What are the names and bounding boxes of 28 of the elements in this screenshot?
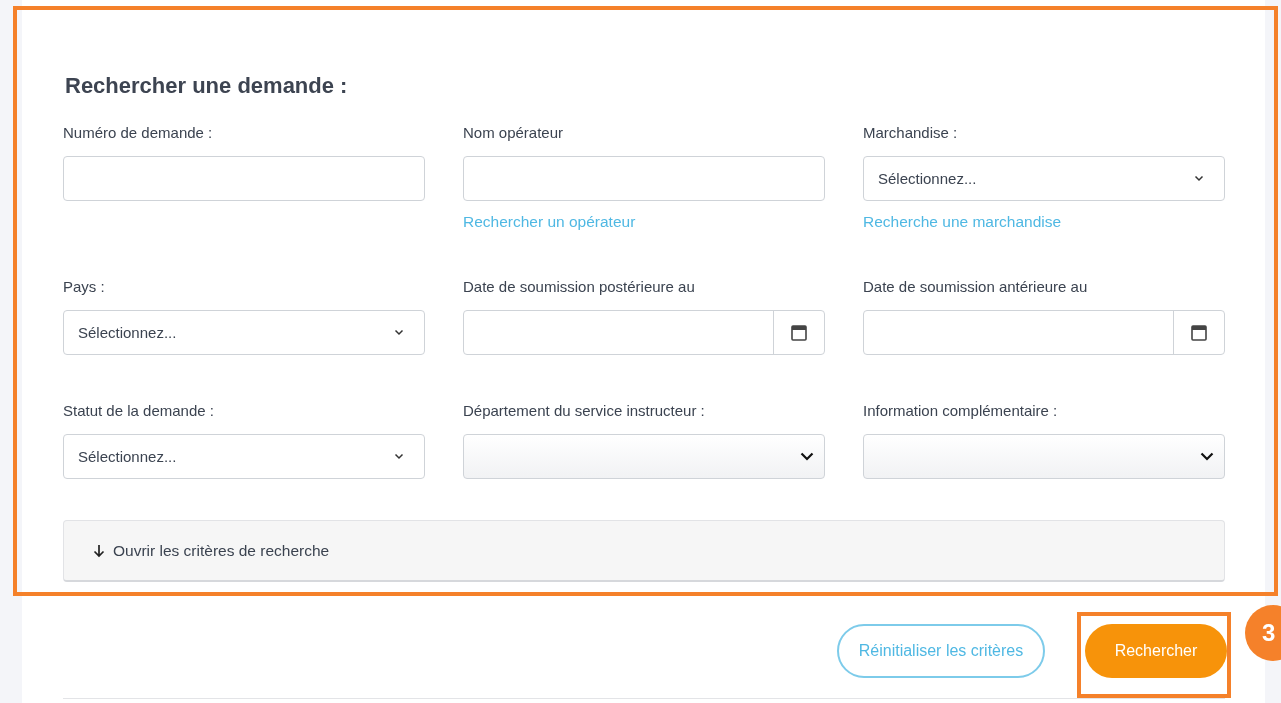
chevron-icon bbox=[1200, 452, 1214, 461]
accordion-header[interactable]: Ouvrir les critères de recherche bbox=[63, 520, 1225, 582]
select-field[interactable] bbox=[863, 434, 1225, 479]
input-field[interactable] bbox=[63, 156, 425, 201]
chevron-icon bbox=[394, 453, 404, 460]
field-label: Date de soumission antérieure au bbox=[863, 277, 1088, 297]
field-label: Numéro de demande : bbox=[63, 123, 213, 143]
field-label: Département du service instructeur : bbox=[463, 401, 705, 421]
chevron-icon bbox=[800, 452, 814, 461]
select-field[interactable]: Sélectionnez... bbox=[863, 156, 1225, 201]
calendar-icon bbox=[1191, 324, 1207, 341]
chevron-icon bbox=[1194, 175, 1204, 182]
field-label: Statut de la demande : bbox=[63, 401, 214, 421]
field-label: Marchandise : bbox=[863, 123, 958, 143]
calendar-icon bbox=[791, 324, 807, 341]
date-field[interactable] bbox=[863, 310, 1225, 355]
field-label: Date de soumission postérieure au bbox=[463, 277, 695, 297]
chevron-icon bbox=[394, 329, 404, 336]
date-field[interactable] bbox=[463, 310, 825, 355]
field-label: Nom opérateur bbox=[463, 123, 564, 143]
field-label: Information complémentaire : bbox=[863, 401, 1058, 421]
arrow-down-icon bbox=[93, 543, 105, 558]
input-field[interactable] bbox=[463, 156, 825, 201]
select-field[interactable] bbox=[463, 434, 825, 479]
select-field[interactable]: Sélectionnez... bbox=[63, 310, 425, 355]
form-heading: Rechercher une demande : bbox=[65, 73, 349, 99]
field-label: Pays : bbox=[63, 277, 105, 297]
select-field[interactable]: Sélectionnez... bbox=[63, 434, 425, 479]
